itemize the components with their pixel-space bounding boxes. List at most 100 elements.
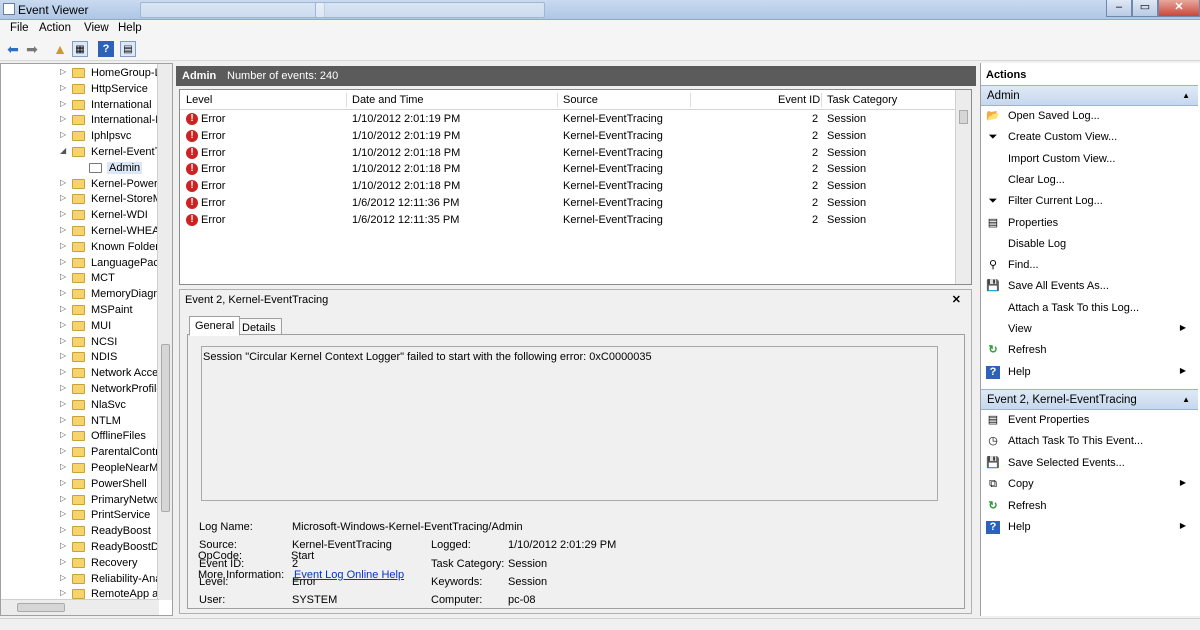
tree-item[interactable]: ▷ MSPaint <box>1 303 159 319</box>
expand-arrow-icon[interactable]: ▷ <box>60 193 68 202</box>
expand-arrow-icon[interactable]: ▷ <box>60 99 68 108</box>
event-row[interactable]: ! Error 1/10/2012 2:01:18 PM Kernel-EventTr… <box>180 145 957 162</box>
col-source[interactable]: Source <box>563 94 598 106</box>
tree-item[interactable]: ▷ ParentalContro <box>1 445 165 461</box>
action-item[interactable]: View ▶ <box>981 319 1198 340</box>
tree-item[interactable]: ▷ PrintService <box>1 508 159 524</box>
action-item[interactable]: 📂 Open Saved Log... <box>981 106 1198 127</box>
expand-arrow-icon[interactable]: ▷ <box>60 446 68 455</box>
action-item[interactable]: ↻ Refresh <box>981 496 1198 517</box>
tree-item[interactable]: ▷ Recovery <box>1 556 159 572</box>
expand-arrow-icon[interactable]: ▷ <box>60 383 68 392</box>
tree-item[interactable]: ▷ MCT <box>1 271 159 287</box>
back-arrow-icon[interactable]: ⬅ <box>5 41 21 57</box>
tree-item[interactable]: ▷ ReadyBoost <box>1 524 159 540</box>
col-divider[interactable] <box>346 93 347 107</box>
tree-item[interactable]: ▷ Reliability-Ana <box>1 572 161 588</box>
action-item[interactable]: ⏷ Filter Current Log... <box>981 191 1198 212</box>
expand-arrow-icon[interactable]: ▷ <box>60 557 68 566</box>
expand-arrow-icon[interactable]: ▷ <box>60 272 68 281</box>
tree-item[interactable]: ▷ NTLM <box>1 414 159 430</box>
tree-item[interactable]: ◢ Kernel-EventTr <box>1 145 165 161</box>
tree-item[interactable]: ▷ International-F <box>1 113 162 129</box>
col-divider[interactable] <box>557 93 558 107</box>
expand-arrow-icon[interactable]: ▷ <box>60 130 68 139</box>
tree-item[interactable]: ▷ NDIS <box>1 350 159 366</box>
action-item[interactable]: Attach a Task To this Log... <box>981 298 1198 319</box>
expand-arrow-icon[interactable]: ▷ <box>60 478 68 487</box>
actions-section-admin[interactable]: Admin ▲ <box>981 85 1198 106</box>
action-item[interactable]: 💾 Save All Events As... <box>981 276 1198 297</box>
expand-arrow-icon[interactable]: ▷ <box>60 525 68 534</box>
collapse-icon[interactable]: ▲ <box>1182 91 1190 100</box>
tree-item[interactable]: ▷ HomeGroup-L <box>1 66 161 82</box>
tree-horizontal-scrollbar[interactable] <box>1 599 159 615</box>
tree-item[interactable]: ▷ HttpService <box>1 82 159 98</box>
tree-item[interactable]: ▷ Known Folders <box>1 240 164 256</box>
event-row[interactable]: ! Error 1/6/2012 12:11:35 PM Kernel-EventTr… <box>180 212 957 229</box>
expand-arrow-icon[interactable]: ▷ <box>60 241 68 250</box>
event-row[interactable]: ! Error 1/10/2012 2:01:19 PM Kernel-EventTr… <box>180 111 957 128</box>
expand-arrow-icon[interactable]: ▷ <box>60 494 68 503</box>
expand-arrow-icon[interactable]: ▷ <box>60 509 68 518</box>
tree-vertical-scrollbar[interactable] <box>157 64 172 600</box>
event-list-scroll-thumb[interactable] <box>959 110 968 124</box>
expand-arrow-icon[interactable]: ▷ <box>60 336 68 345</box>
col-divider[interactable] <box>821 93 822 107</box>
event-row[interactable]: ! Error 1/10/2012 2:01:18 PM Kernel-EventTr… <box>180 161 957 178</box>
help-icon[interactable]: ? <box>98 41 114 57</box>
tab-general[interactable]: General <box>189 316 241 336</box>
event-row[interactable]: ! Error 1/6/2012 12:11:36 PM Kernel-EventTr… <box>180 195 957 212</box>
expand-arrow-icon[interactable]: ▷ <box>60 588 68 597</box>
expand-arrow-icon[interactable]: ▷ <box>60 415 68 424</box>
tree-item[interactable]: ▷ Kernel-Power <box>1 177 159 193</box>
action-item[interactable]: ⧉ Copy ▶ <box>981 474 1198 495</box>
action-item[interactable]: ▤ Properties <box>981 213 1198 234</box>
actions-section-event[interactable]: Event 2, Kernel-EventTracing ▲ <box>981 389 1198 410</box>
expand-arrow-icon[interactable]: ▷ <box>60 225 68 234</box>
event-log-online-help-link[interactable]: Event Log Online Help <box>294 569 404 581</box>
expand-arrow-icon[interactable]: ▷ <box>60 257 68 266</box>
action-item[interactable]: ↻ Refresh <box>981 340 1198 361</box>
menu-help[interactable]: Help <box>118 22 142 34</box>
event-row[interactable]: ! Error 1/10/2012 2:01:18 PM Kernel-EventTr… <box>180 178 957 195</box>
expand-arrow-icon[interactable]: ▷ <box>60 209 68 218</box>
action-item[interactable]: ⏷ Create Custom View... <box>981 127 1198 148</box>
expand-arrow-icon[interactable]: ▷ <box>60 114 68 123</box>
tree-item[interactable]: ▷ ReadyBoostDri <box>1 540 165 556</box>
col-task-category[interactable]: Task Category <box>827 94 897 106</box>
expand-arrow-icon[interactable]: ▷ <box>60 462 68 471</box>
tree-item[interactable]: ▷ NetworkProfile <box>1 382 163 398</box>
tree-item[interactable]: ▷ MUI <box>1 319 159 335</box>
tree-item[interactable]: ▷ PrimaryNetwo <box>1 493 160 509</box>
expand-arrow-icon[interactable]: ▷ <box>60 541 68 550</box>
collapse-icon[interactable]: ▲ <box>1182 395 1190 404</box>
col-date[interactable]: Date and Time <box>352 94 424 106</box>
action-item[interactable]: ◷ Attach Task To This Event... <box>981 431 1198 452</box>
tree-item[interactable]: ▷ Kernel-StoreM <box>1 192 162 208</box>
tree-item[interactable]: ▷ NlaSvc <box>1 398 159 414</box>
maximize-button[interactable]: ▭ <box>1132 0 1158 17</box>
expand-arrow-icon[interactable]: ▷ <box>60 178 68 187</box>
expand-arrow-icon[interactable]: ▷ <box>60 399 68 408</box>
tree-item[interactable]: ▷ Iphlpsvc <box>1 129 159 145</box>
close-window-button[interactable]: ✕ <box>1158 0 1200 17</box>
expand-arrow-icon[interactable]: ▷ <box>60 304 68 313</box>
log-tree[interactable]: ▷ HomeGroup-L ▷ HttpService ▷ International ▷ I… <box>0 63 173 616</box>
menu-view[interactable]: View <box>84 22 109 34</box>
show-hide-tree-icon[interactable]: ▦ <box>72 41 88 57</box>
expand-arrow-icon[interactable]: ▷ <box>60 83 68 92</box>
close-detail-icon[interactable]: ✕ <box>952 293 961 306</box>
action-item[interactable]: Import Custom View... <box>981 149 1198 170</box>
action-item[interactable]: ⚲ Find... <box>981 255 1198 276</box>
tree-item[interactable]: ▷ OfflineFiles <box>1 429 159 445</box>
action-item[interactable]: ? Help ▶ <box>981 362 1198 383</box>
menu-file[interactable]: File <box>10 22 29 34</box>
tree-item[interactable]: ▷ NCSI <box>1 335 159 351</box>
tree-hscroll-thumb[interactable] <box>17 603 65 612</box>
tree-scroll-thumb[interactable] <box>161 344 170 512</box>
show-hide-action-pane-icon[interactable]: ▤ <box>120 41 136 57</box>
expand-arrow-icon[interactable]: ▷ <box>60 320 68 329</box>
event-list[interactable]: Level Date and Time Source Event ID Task… <box>179 89 972 285</box>
expand-arrow-icon[interactable]: ▷ <box>60 430 68 439</box>
